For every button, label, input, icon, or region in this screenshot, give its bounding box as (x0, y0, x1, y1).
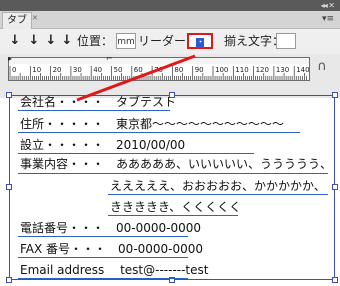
tab-tabs[interactable]: タブ (2, 12, 32, 29)
ruler-label: 140 (296, 66, 309, 74)
text-line-business-cont-2: ききききき、くくくくく (110, 200, 242, 214)
ruler-label: 70 (154, 66, 163, 74)
ruler-ticks: 0 10 20 30 40 50 60 70 80 90 100 110 120 130 140 (9, 66, 309, 80)
leader-field[interactable]: ・ (187, 33, 213, 49)
ruler-label: 130 (276, 66, 289, 74)
panel-menu-icon[interactable]: ▾≡ (322, 14, 334, 24)
right-justified-tab-button[interactable]: ↓ (44, 33, 58, 49)
ruler-label: 20 (53, 66, 62, 74)
position-panel-above-frame-icon[interactable]: ∩ (315, 59, 329, 75)
text-line-company: 会社名・・・・ タブテスト (20, 95, 177, 109)
baseline-guide (18, 278, 188, 279)
baseline-guide (18, 153, 254, 154)
frame-handle-middle-left[interactable] (6, 184, 12, 190)
ruler-label: 80 (174, 66, 183, 74)
align-decimal-tab-button[interactable]: ↓ (60, 33, 74, 49)
ruler-label: 100 (215, 66, 228, 74)
collapse-close-icon[interactable]: ◂◂ ✕ (321, 0, 335, 11)
leader-field-value: ・ (196, 38, 206, 48)
baseline-guide (18, 110, 170, 111)
panel-title-bar (0, 0, 340, 11)
text-line-founded: 設立・・・・・ 2010/00/00 (20, 138, 186, 152)
text-line-email: Email address test@-------test (20, 263, 209, 277)
baseline-guide (18, 173, 328, 174)
baseline-guide (18, 257, 188, 258)
frame-handle-bottom-left[interactable] (6, 277, 12, 283)
baseline-guide (108, 215, 238, 216)
ruler-label: 10 (32, 66, 41, 74)
text-line-business: 事業内容・・・ あああああ、いいいいい、ううううう、 (20, 157, 333, 171)
frame-handle-middle-right[interactable] (332, 184, 338, 190)
left-justified-tab-button[interactable]: ↓ (8, 33, 22, 49)
ruler-label: 60 (134, 66, 143, 74)
frame-handle-bottom-right[interactable] (332, 277, 338, 283)
left-indent-marker-icon[interactable]: ▸ (8, 54, 12, 63)
baseline-guide (108, 194, 328, 195)
ruler-label: 0 (12, 66, 16, 74)
text-line-phone: 電話番号・・・ 00-0000-0000 (20, 221, 202, 235)
text-line-fax: FAX 番号・・・ 00-0000-0000 (20, 242, 204, 256)
center-justified-tab-button[interactable]: ↓ (27, 33, 41, 49)
ruler-label: 90 (195, 66, 204, 74)
panel-tab-row (0, 11, 340, 29)
ruler-label: 50 (114, 66, 123, 74)
baseline-guide (18, 132, 300, 133)
ruler-label: 110 (235, 66, 248, 74)
tab-stop-marker-icon[interactable]: ⌐ (106, 54, 113, 63)
ruler-label: 40 (93, 66, 102, 74)
align-on-field[interactable] (276, 33, 296, 49)
baseline-guide (18, 236, 188, 237)
align-on-label: 揃え文字： (224, 34, 285, 48)
ruler-label: 30 (73, 66, 82, 74)
text-line-address: 住所・・・・・ 東京都〜〜〜〜〜〜〜〜〜〜〜 (20, 117, 285, 131)
frame-handle-top-left[interactable] (6, 92, 12, 98)
tab-close-icon[interactable]: ✕ (32, 14, 38, 22)
frame-handle-top-right[interactable] (332, 92, 338, 98)
position-label: 位置： (77, 34, 114, 48)
text-line-business-cont-1: えええええ、おおおおお、かかかかか、 (110, 179, 326, 193)
position-field[interactable]: mm (116, 33, 136, 49)
ruler-label: 120 (256, 66, 269, 74)
